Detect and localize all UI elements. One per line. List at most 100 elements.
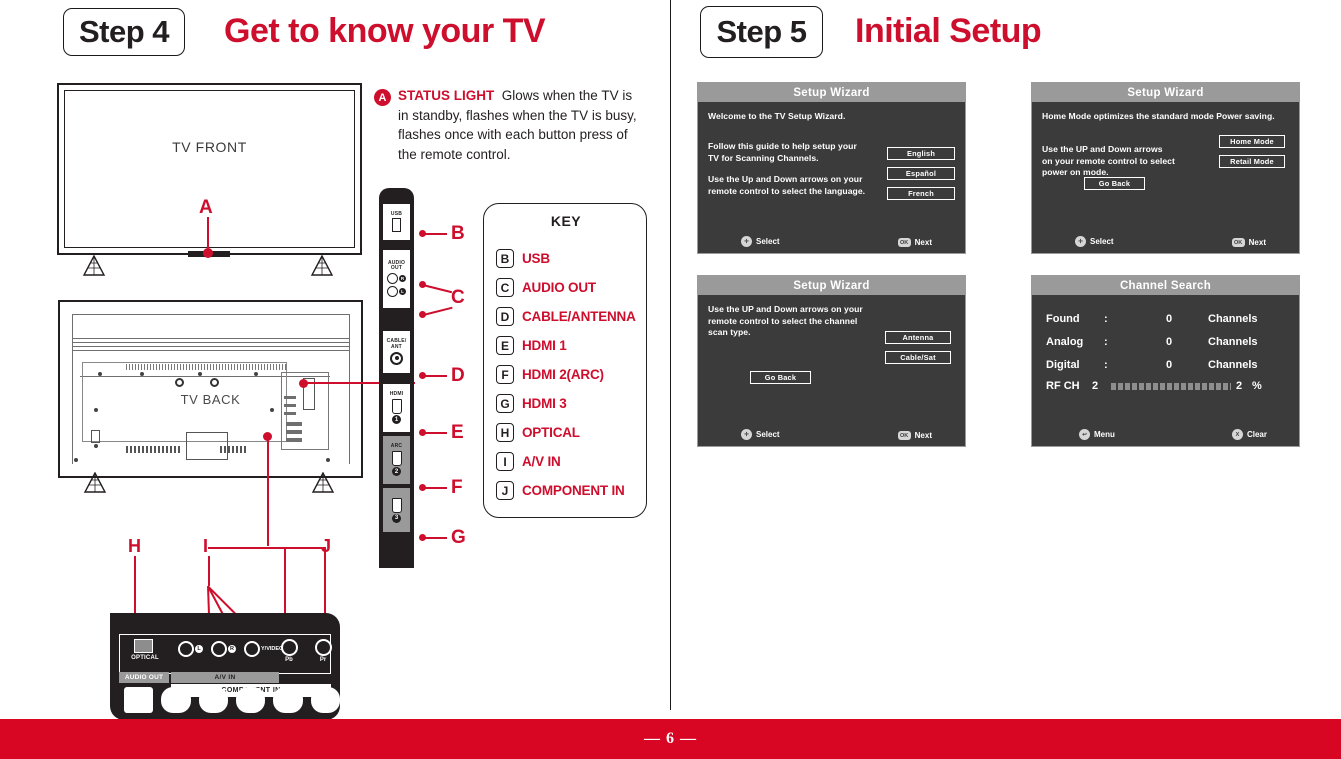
osd-setup-wizard-scan-type: Setup Wizard Use the UP and Down arrows … — [697, 275, 966, 447]
key-tag: F — [496, 365, 514, 384]
rca-left-label: L — [399, 288, 406, 296]
welcome-line-2: Follow this guide to help setup your TV … — [708, 141, 857, 163]
osd-body: Found : 0 Channels Analog : 0 Channels D… — [1032, 295, 1299, 447]
osd-footer-next-label: Next — [914, 431, 932, 440]
leader-line-b — [423, 233, 447, 236]
dpad-icon: ✛ — [741, 236, 752, 247]
rca-pb-icon — [280, 639, 298, 656]
panel-knob — [310, 687, 340, 713]
status-light-note: A STATUS LIGHT Glows when the TV is in s… — [374, 86, 644, 164]
jack-hdmi-1-caption: HDMI — [389, 390, 404, 397]
osd-body: Welcome to the TV Setup Wizard. Follow t… — [698, 102, 965, 254]
key-row: D CABLE/ANTENNA — [496, 302, 646, 331]
row-value: 0 — [1165, 335, 1173, 348]
av-left-label: L — [195, 645, 203, 653]
channel-search-row: Digital : 0 Channels — [1046, 354, 1290, 375]
channel-search-row: Found : 0 Channels — [1046, 308, 1290, 329]
osd-footer-select[interactable]: ✛ Select — [741, 236, 780, 247]
channel-search-row: Analog : 0 Channels — [1046, 331, 1290, 352]
jack-hdmi-3: 3 — [383, 488, 410, 532]
osd-footer-menu[interactable]: ↩ Menu — [1079, 429, 1115, 440]
scan-type-option-antenna[interactable]: Antenna — [885, 331, 951, 344]
go-back-button[interactable]: Go Back — [750, 371, 811, 384]
language-option-english[interactable]: English — [887, 147, 955, 160]
hdmi-port-3-icon — [391, 497, 402, 513]
osd-footer-clear-label: Clear — [1246, 430, 1267, 439]
callout-letter-e: E — [451, 422, 464, 443]
key-row: G HDMI 3 — [496, 389, 646, 418]
note-term: STATUS LIGHT — [398, 88, 495, 103]
jack-hdmi-2-arc: ARC 2 — [383, 436, 410, 484]
rca-video-icon — [244, 641, 260, 657]
panel-knob — [198, 687, 228, 713]
av-in-jack-row: L R Y/VIDEO — [172, 637, 330, 661]
step-5-title: Initial Setup — [855, 12, 1042, 50]
leader-line-i-stem — [208, 556, 210, 586]
key-tag: C — [496, 278, 514, 297]
key-row: C AUDIO OUT — [496, 273, 646, 302]
osd-footer-menu-label: Menu — [1094, 430, 1115, 439]
hdmi-2-number: 2 — [392, 467, 401, 477]
leader-line-j-rail — [208, 547, 326, 549]
key-legend-title: KEY — [550, 213, 582, 229]
rca-jack-left-icon — [387, 286, 398, 298]
av-jack-right: R — [211, 638, 238, 660]
row-colon: : — [1104, 335, 1108, 348]
jack-hdmi-2-caption: ARC — [390, 442, 403, 449]
row-unit: Channels — [1208, 358, 1258, 371]
rf-channel-number: 2 — [1092, 380, 1099, 392]
row-colon: : — [1104, 358, 1108, 371]
key-row: H OPTICAL — [496, 418, 646, 447]
bottom-panel-knob-row — [124, 687, 340, 717]
tv-stand-foot-left-icon — [81, 255, 107, 277]
power-mode-option-retail[interactable]: Retail Mode — [1219, 155, 1285, 168]
bottom-panel-plate: OPTICAL L R Y/VIDEO Pb Pr — [119, 634, 332, 674]
osd-footer-clear[interactable]: X Clear — [1231, 429, 1267, 440]
osd-footer-next[interactable]: OK Next — [1231, 238, 1266, 247]
note-badge-a: A — [374, 89, 391, 106]
osd-footer-next[interactable]: OK Next — [897, 238, 932, 247]
power-mode-option-home[interactable]: Home Mode — [1219, 135, 1285, 148]
scan-type-line-1: Use the UP and Down arrows on your remot… — [708, 304, 863, 337]
av-right-label: R — [228, 645, 236, 653]
osd-title: Channel Search — [1032, 276, 1299, 295]
rf-progress-bar — [1111, 382, 1231, 390]
go-back-button[interactable]: Go Back — [1084, 177, 1145, 190]
page-number: — 6 — — [644, 730, 697, 747]
language-option-espanol[interactable]: Español — [887, 167, 955, 180]
key-row: B USB — [496, 244, 646, 273]
callout-letter-d: D — [451, 365, 465, 386]
language-option-french[interactable]: French — [887, 187, 955, 200]
coax-port-icon — [390, 351, 403, 365]
callout-letter-a: A — [199, 197, 213, 218]
osd-footer-select[interactable]: ✛ Select — [1075, 236, 1114, 247]
key-name: USB — [522, 251, 550, 266]
key-name: HDMI 1 — [522, 338, 567, 353]
home-mode-line-1: Home Mode optimizes the standard mode Po… — [1042, 111, 1275, 121]
ok-button-icon: OK — [897, 431, 911, 440]
home-mode-line-2: Use the UP and Down arrows on your remot… — [1042, 144, 1175, 177]
key-tag: J — [496, 481, 514, 500]
jack-usb: USB — [383, 204, 410, 240]
ok-button-icon: OK — [1231, 238, 1245, 247]
row-label: Found — [1046, 312, 1080, 325]
osd-footer-next[interactable]: OK Next — [897, 431, 932, 440]
key-name: A/V IN — [522, 454, 561, 469]
leader-line-c1 — [422, 284, 453, 294]
scan-type-option-cable-sat[interactable]: Cable/Sat — [885, 351, 951, 364]
key-tag: B — [496, 249, 514, 268]
osd-body: Home Mode optimizes the standard mode Po… — [1032, 102, 1299, 254]
key-tag: H — [496, 423, 514, 442]
osd-footer-select[interactable]: ✛ Select — [741, 429, 780, 440]
callout-letter-f: F — [451, 477, 463, 498]
leader-line-e — [423, 432, 447, 435]
rca-right-icon — [211, 641, 227, 657]
av-jack-left: L — [178, 638, 205, 660]
leader-line-d — [423, 375, 447, 378]
osd-setup-wizard-welcome: Setup Wizard Welcome to the TV Setup Wiz… — [697, 82, 966, 254]
key-name: OPTICAL — [522, 425, 580, 440]
row-value: 0 — [1165, 312, 1173, 325]
av-in-caption: A/V IN — [171, 672, 279, 683]
welcome-line-1: Welcome to the TV Setup Wizard. — [708, 111, 846, 121]
optical-caption: OPTICAL — [131, 655, 159, 661]
